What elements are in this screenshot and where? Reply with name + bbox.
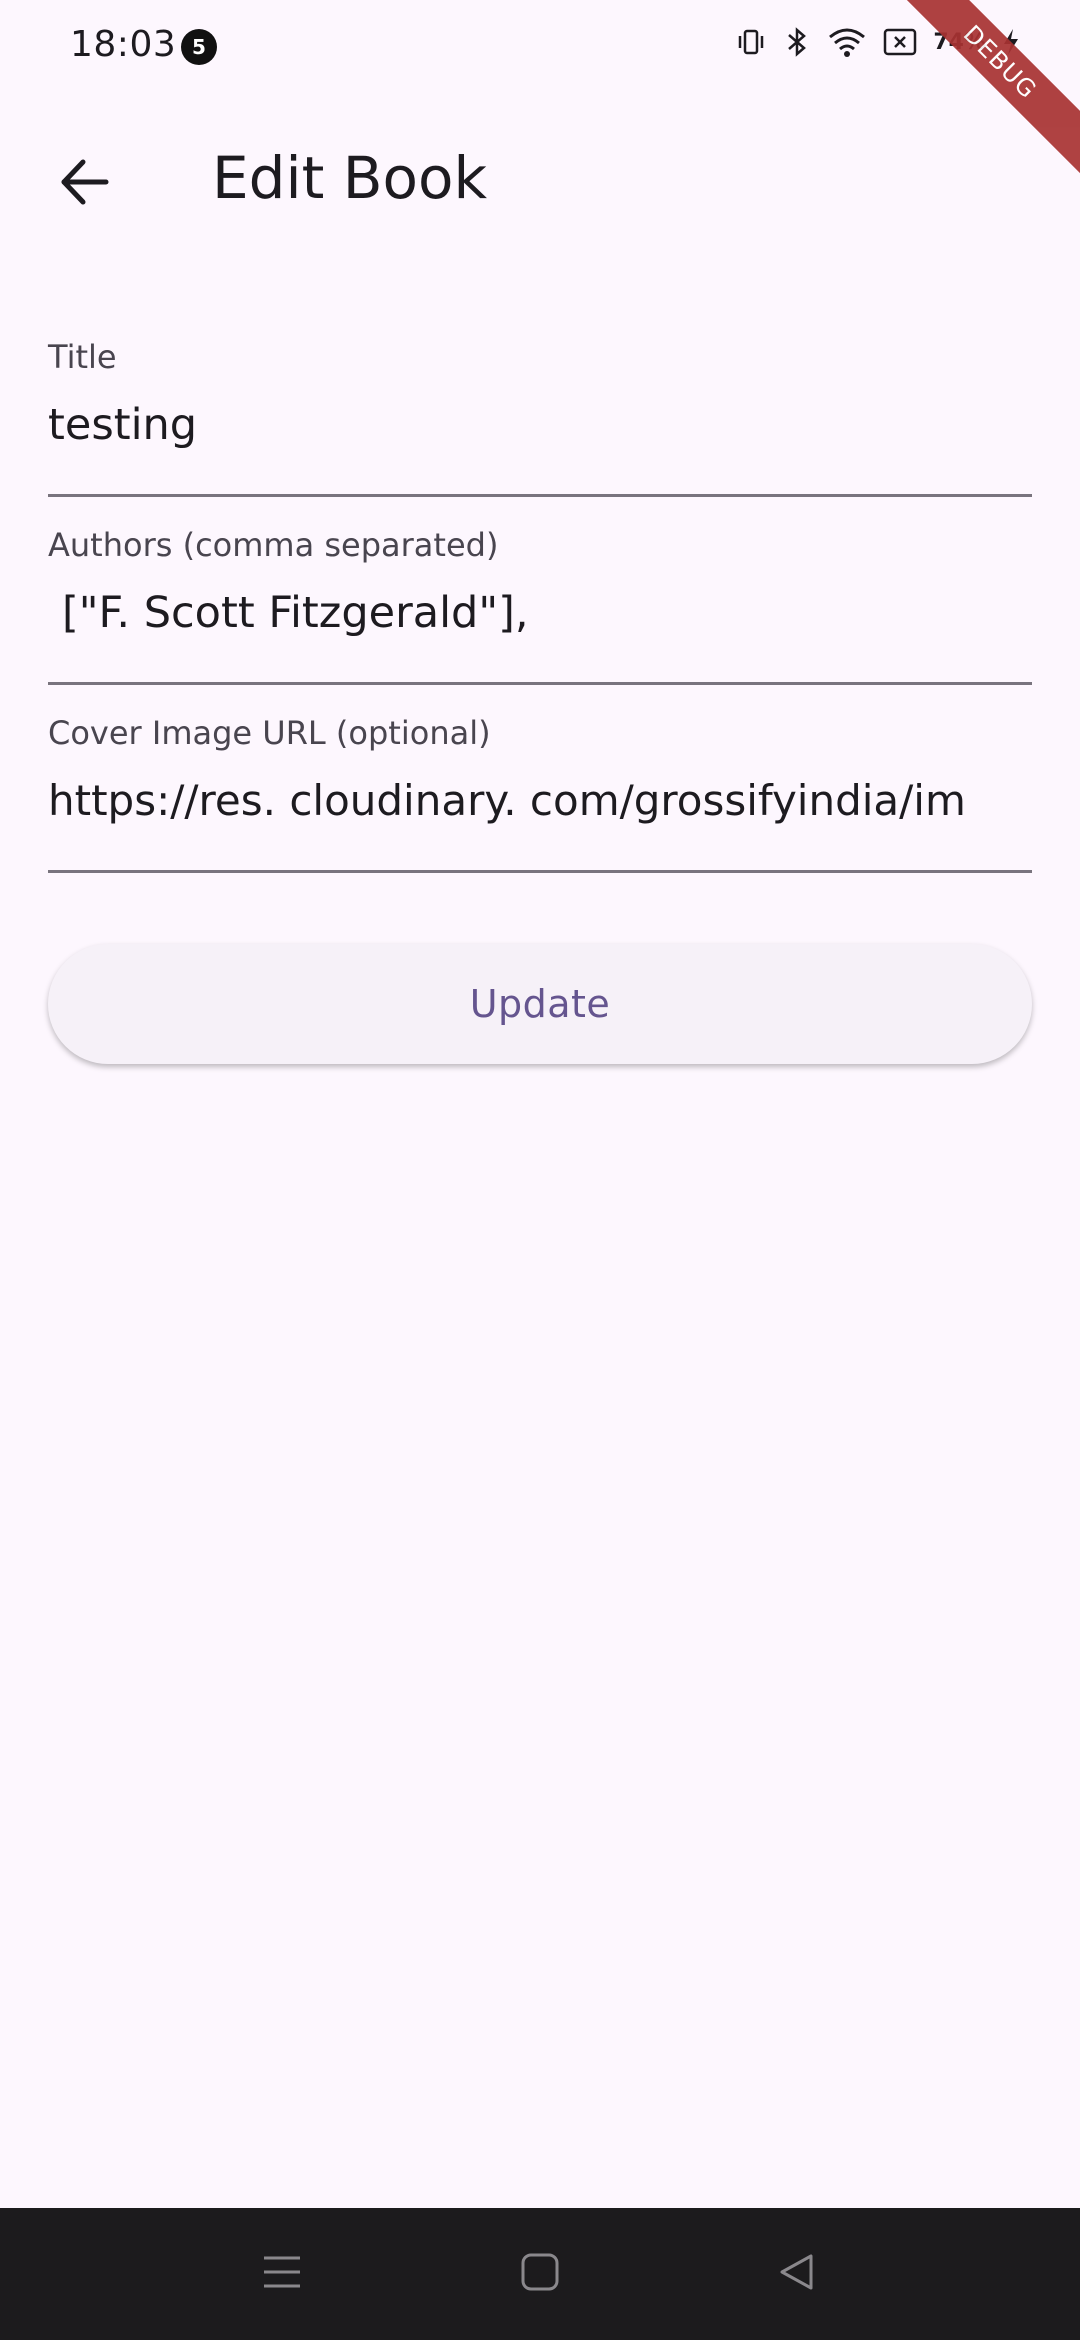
edit-book-form: Title testing Authors (comma separated) … [48,326,1032,890]
authors-input[interactable]: ["F. Scott Fitzgerald"], [48,588,1032,658]
no-sim-icon [883,27,917,57]
title-field[interactable]: Title testing [48,326,1032,514]
title-label: Title [48,338,117,376]
status-time: 18:03 [70,24,177,65]
title-input[interactable]: testing [48,400,1032,470]
cover-url-input[interactable]: https://res. cloudinary. com/grossifyind… [48,776,1032,846]
wifi-icon [827,26,867,58]
cover-url-label: Cover Image URL (optional) [48,714,491,752]
vibrate-icon [735,26,767,58]
bluetooth-icon [783,26,811,58]
home-icon [520,2252,560,2296]
system-back-button[interactable] [752,2238,842,2310]
authors-label: Authors (comma separated) [48,526,499,564]
authors-underline [48,682,1032,685]
recent-apps-button[interactable] [237,2238,327,2310]
page-title: Edit Book [212,144,488,212]
arrow-back-icon [56,154,112,214]
title-underline [48,494,1032,497]
notification-badge: 5 [181,29,217,65]
cover-url-field[interactable]: Cover Image URL (optional) https://res. … [48,702,1032,890]
update-button[interactable]: Update [48,944,1032,1064]
status-bar: 18:03 5 74% [0,0,1080,96]
edit-book-screen: 18:03 5 74% DEBUG [0,0,1080,2340]
back-triangle-icon [777,2252,817,2296]
menu-icon [260,2252,304,2296]
cover-url-underline [48,870,1032,873]
home-button[interactable] [495,2238,585,2310]
update-label: Update [469,982,611,1026]
authors-field[interactable]: Authors (comma separated) ["F. Scott Fit… [48,514,1032,702]
app-bar: Edit Book [0,120,1080,232]
system-nav-bar [0,2208,1080,2340]
back-button[interactable] [36,136,132,232]
